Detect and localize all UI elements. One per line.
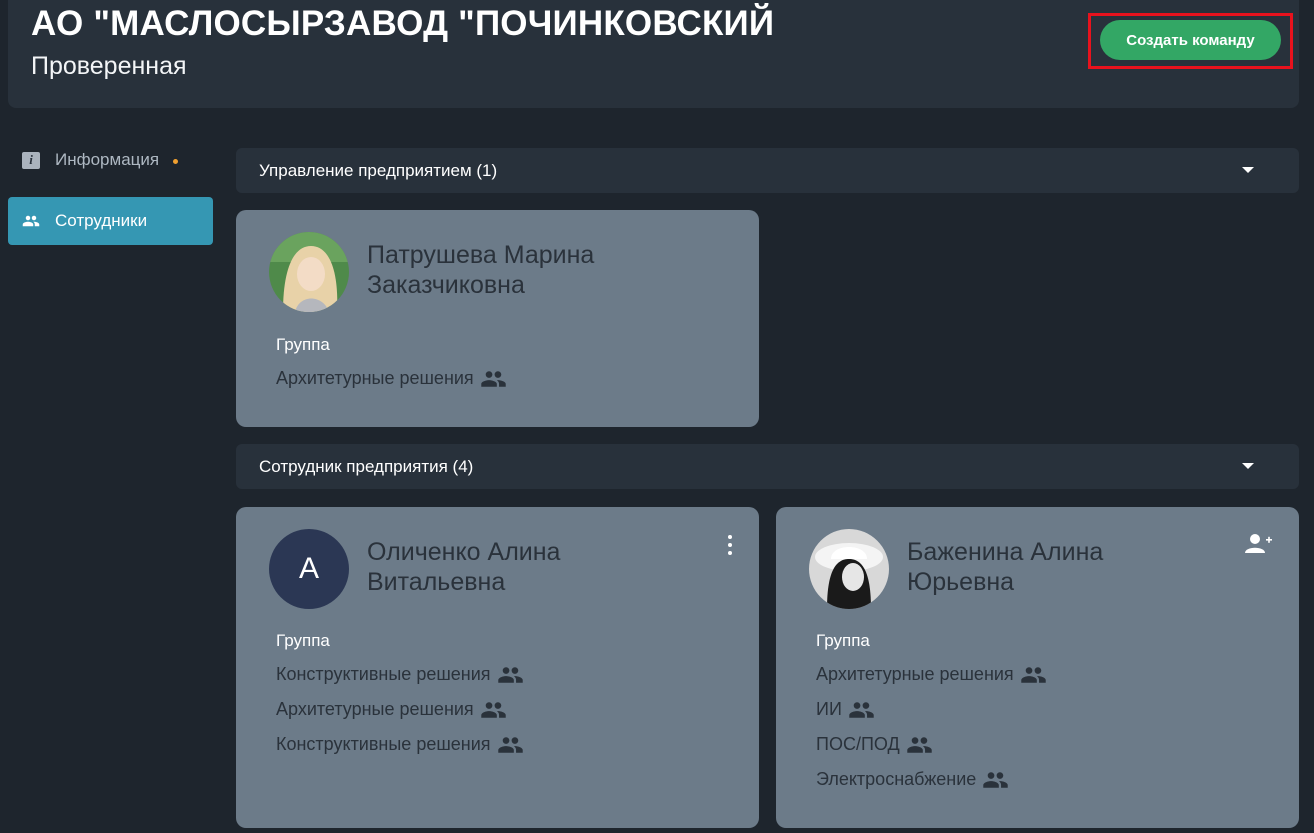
team-item: Электроснабжение: [816, 769, 1009, 790]
avatar: [809, 529, 889, 609]
team-item: ПОС/ПОД: [816, 734, 933, 755]
group-label: Группа: [276, 631, 330, 650]
group-label: Группа: [816, 631, 870, 650]
group-label: Группа: [276, 335, 330, 354]
more-options-icon[interactable]: [727, 535, 733, 555]
company-header: АО "МАСЛОСЫРЗАВОД "ПОЧИНКОВСКИЙ Проверен…: [8, 0, 1299, 108]
group-icon: [906, 735, 933, 755]
notification-dot: [173, 158, 179, 164]
employee-card[interactable]: Баженина Алина Юрьевна Группа Архитетурн…: [776, 507, 1299, 828]
chevron-down-icon: [1242, 167, 1254, 173]
section-management[interactable]: Управление предприятием (1): [236, 148, 1299, 193]
create-team-highlight: Создать команду: [1088, 13, 1293, 69]
group-icon: [848, 700, 875, 720]
section-title: Управление предприятием (1): [259, 160, 498, 180]
group-icon: [480, 700, 507, 720]
chevron-down-icon: [1242, 463, 1254, 469]
team-item: ИИ: [816, 699, 875, 720]
add-person-icon[interactable]: [1245, 533, 1273, 555]
group-icon: [1020, 665, 1047, 685]
avatar: А: [269, 529, 349, 609]
team-item: Архитетурные решения: [276, 699, 507, 720]
employee-card[interactable]: Патрушева Марина Заказчиковна Группа Арх…: [236, 210, 759, 427]
team-item: Конструктивные решения: [276, 664, 524, 685]
team-item: Архитетурные решения: [276, 368, 507, 389]
group-icon: [480, 369, 507, 389]
group-icon: [497, 735, 524, 755]
team-item: Архитетурные решения: [816, 664, 1047, 685]
section-title: Сотрудник предприятия (4): [259, 456, 474, 476]
sidebar-item-label: Сотрудники: [55, 211, 148, 230]
sidebar-item-info[interactable]: i Информация: [8, 136, 213, 184]
sidebar-item-staff[interactable]: Сотрудники: [8, 197, 213, 245]
company-status: Проверенная: [31, 52, 187, 80]
sidebar-item-label: Информация: [55, 150, 160, 169]
employee-name: Баженина Алина Юрьевна: [907, 538, 1104, 596]
people-icon: [22, 212, 40, 230]
employee-name: Патрушева Марина Заказчиковна: [367, 241, 595, 299]
avatar: [269, 232, 349, 312]
section-employees[interactable]: Сотрудник предприятия (4): [236, 444, 1299, 489]
group-icon: [982, 770, 1009, 790]
employee-card[interactable]: А Оличенко Алина Витальевна Группа Конст…: [236, 507, 759, 828]
group-icon: [497, 665, 524, 685]
team-item: Конструктивные решения: [276, 734, 524, 755]
create-team-button[interactable]: Создать команду: [1100, 20, 1281, 60]
company-title: АО "МАСЛОСЫРЗАВОД "ПОЧИНКОВСКИЙ: [31, 4, 775, 43]
employee-name: Оличенко Алина Витальевна: [367, 538, 561, 596]
info-icon: i: [22, 151, 40, 169]
